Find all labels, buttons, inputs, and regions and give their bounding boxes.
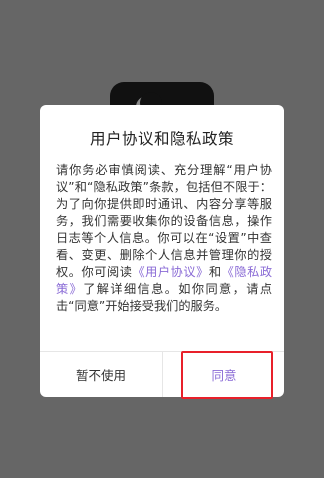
agree-button[interactable]: 同意 <box>163 352 285 397</box>
dialog-title: 用户协议和隐私政策 <box>89 130 234 148</box>
body-text-end: 了解详细信息。如你同意，请点击“同意”开始接受我们的服务。 <box>56 282 273 313</box>
body-text-start: 请你务必审慎阅读、充分理解“用户协议”和“隐私政策”条款，包括但不限于：为了向你… <box>56 163 272 279</box>
privacy-dialog: 用户协议和隐私政策 请你务必审慎阅读、充分理解“用户协议”和“隐私政策”条款，包… <box>40 105 284 397</box>
disagree-button[interactable]: 暂不使用 <box>40 352 162 397</box>
dialog-body: 请你务必审慎阅读、充分理解“用户协议”和“隐私政策”条款，包括但不限于：为了向你… <box>56 162 272 315</box>
user-agreement-link[interactable]: 《用户协议》 <box>132 265 208 279</box>
body-text-and: 和 <box>208 265 222 279</box>
screen: 用户协议和隐私政策 请你务必审慎阅读、充分理解“用户协议”和“隐私政策”条款，包… <box>0 0 324 478</box>
